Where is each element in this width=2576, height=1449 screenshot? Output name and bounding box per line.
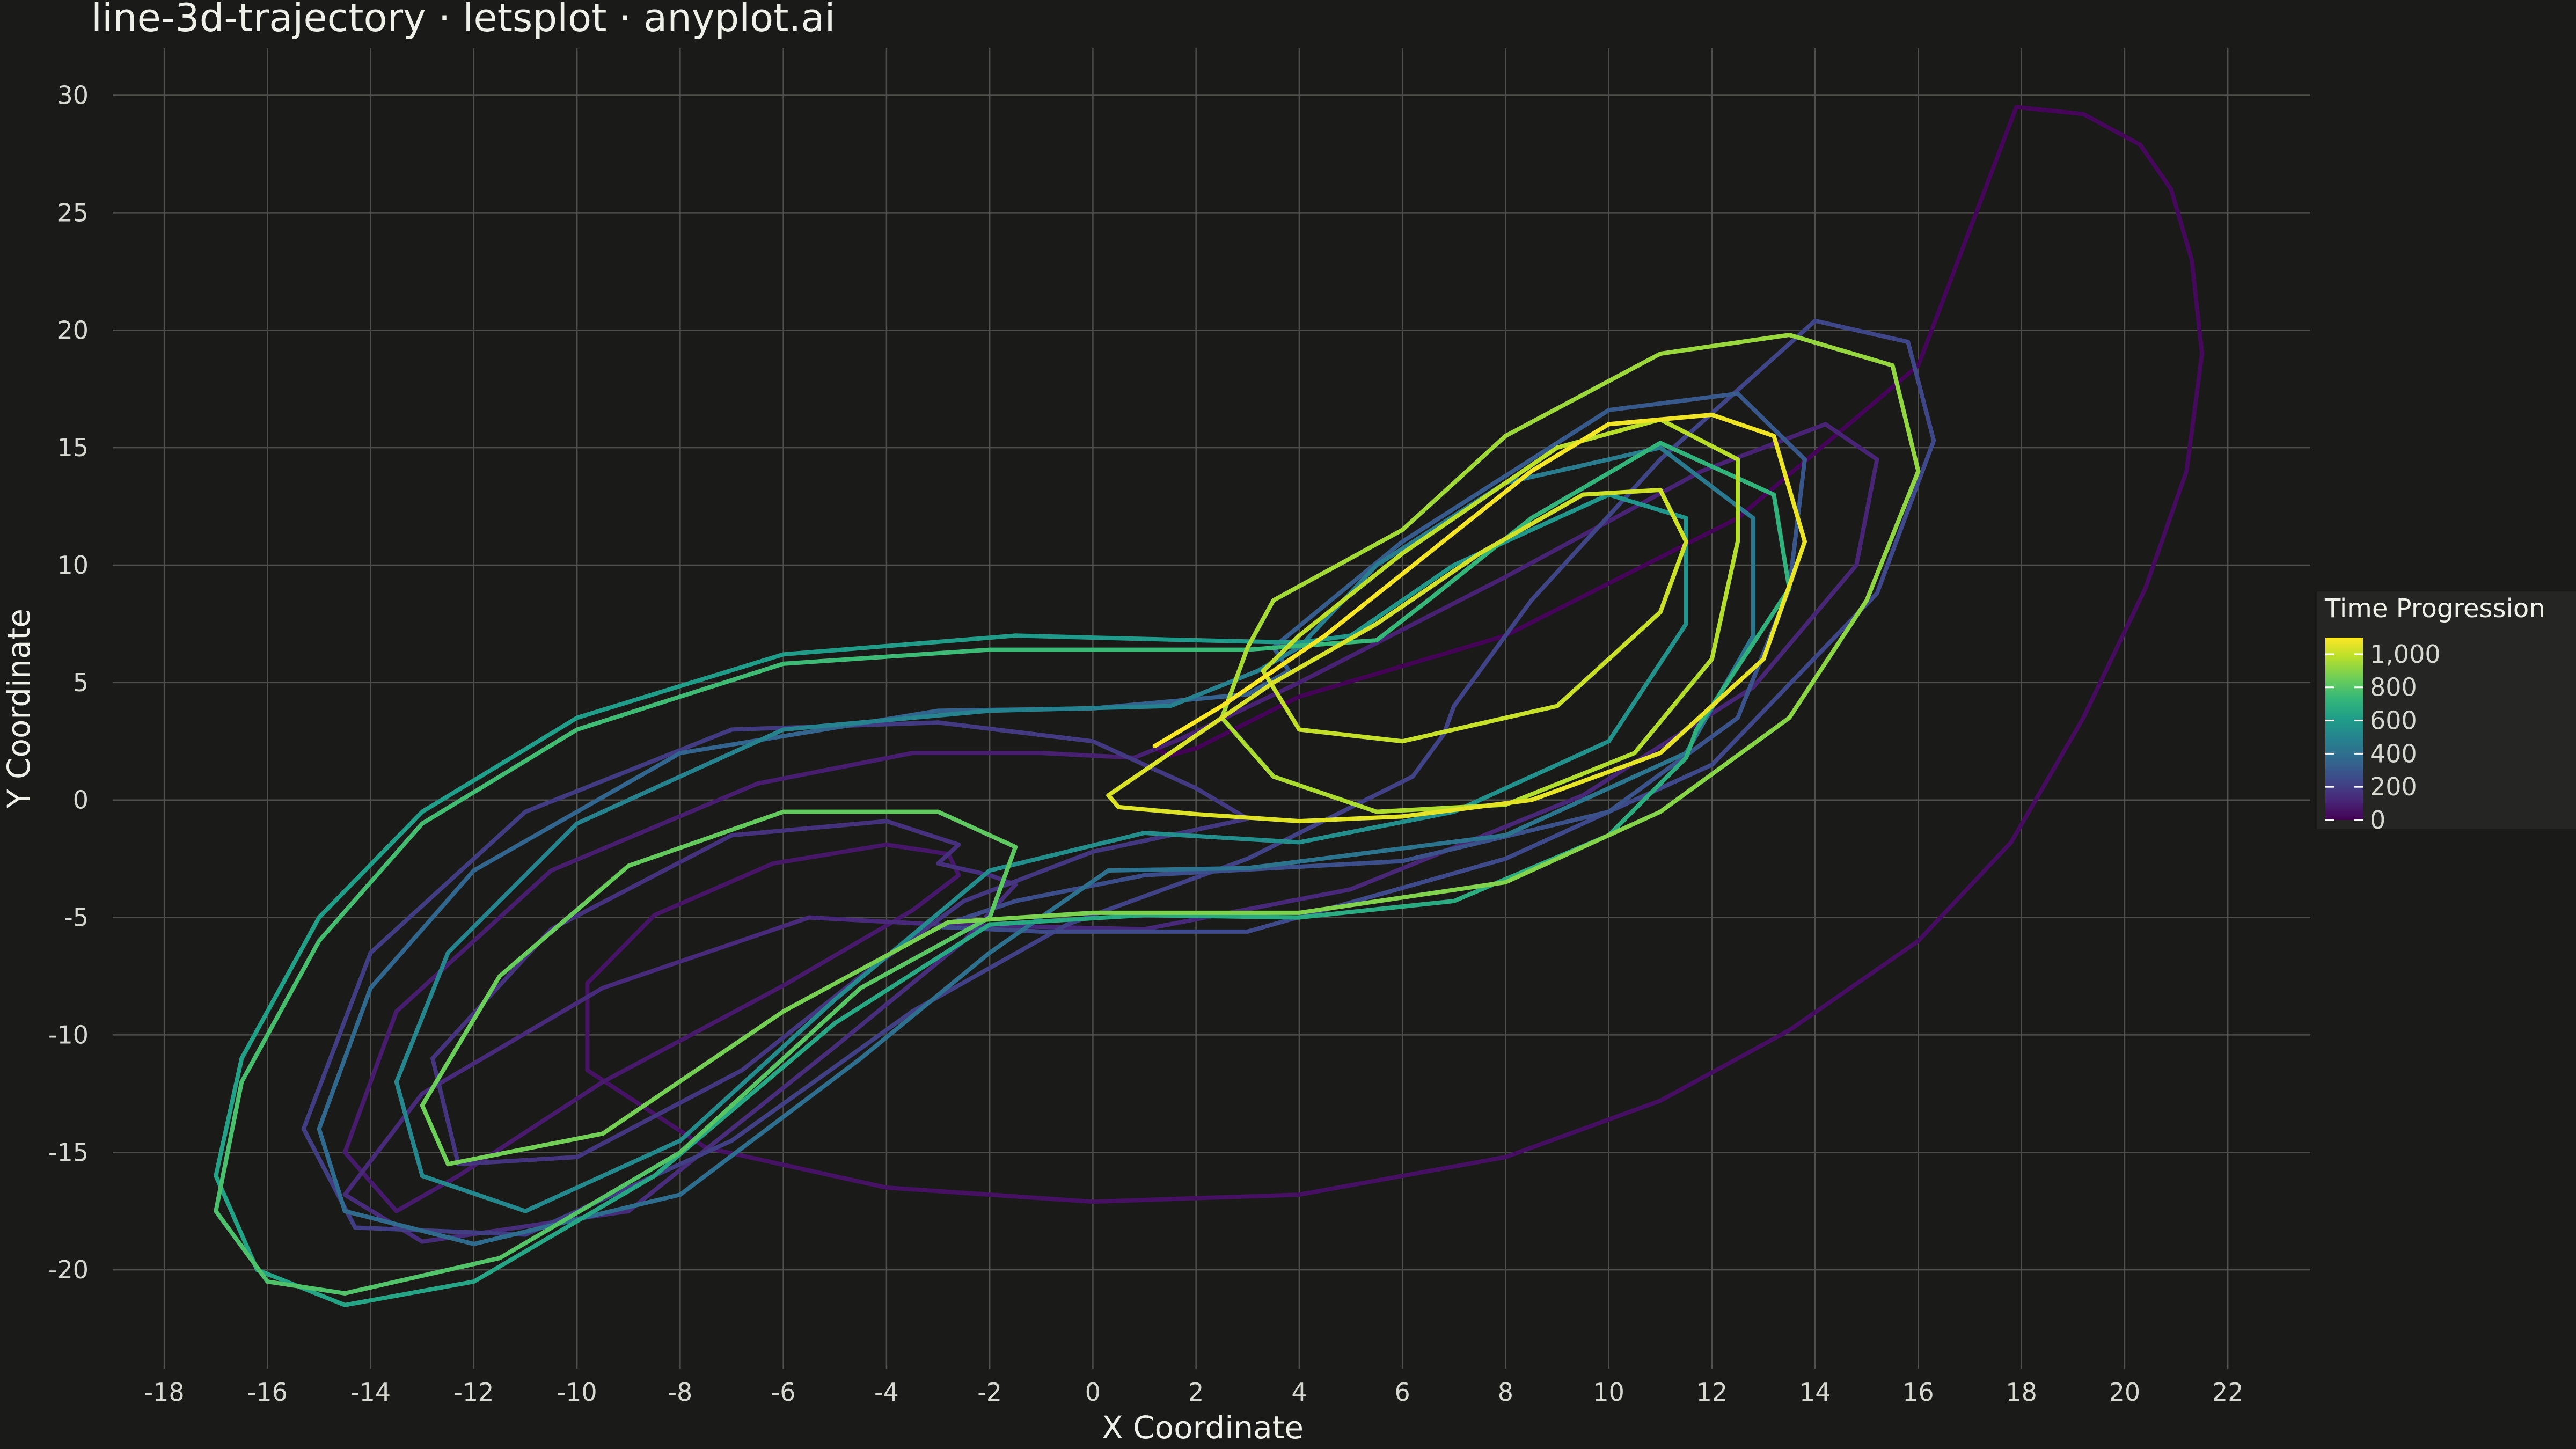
legend-colorbar — [2325, 638, 2363, 820]
y-tick-label: 10 — [57, 551, 89, 580]
y-tick-label: 15 — [57, 433, 89, 462]
y-tick-label: -15 — [48, 1138, 89, 1167]
x-tick-label: -12 — [453, 1378, 494, 1407]
legend-tick-label: 400 — [2370, 739, 2417, 768]
x-tick-label: 18 — [2006, 1378, 2037, 1407]
x-tick-label: -18 — [144, 1378, 185, 1407]
x-tick-label: 8 — [1498, 1378, 1513, 1407]
x-tick-label: 22 — [2212, 1378, 2244, 1407]
x-axis-ticks: -18 -16 -14 -12 -10 -8 -6 -4 -2 0 2 4 6 8 10 12 14 16 18 20… — [144, 1378, 2244, 1407]
y-tick-label: 0 — [73, 786, 89, 815]
x-tick-label: -4 — [874, 1378, 899, 1407]
legend-tick-label: 0 — [2370, 806, 2385, 835]
y-tick-label: 5 — [73, 668, 89, 697]
x-tick-label: -2 — [977, 1378, 1002, 1407]
trajectory-segment — [1106, 866, 1250, 873]
y-tick-label: 30 — [57, 81, 89, 110]
y-tick-label: 20 — [57, 316, 89, 345]
legend-tick-label: 800 — [2370, 673, 2417, 702]
legend-tick-label: 1,000 — [2370, 640, 2441, 669]
trajectory-segment — [1194, 638, 1301, 645]
y-axis-label: Y Coordinate — [1, 609, 37, 809]
lorenz-trajectory-chart: -18 -16 -14 -12 -10 -8 -6 -4 -2 0 2 4 6 8 10 12 14 16 18 20… — [0, 0, 2576, 1449]
legend-title: Time Progression — [2324, 594, 2545, 624]
chart-background — [0, 0, 2576, 1449]
chart-title: line-3d-trajectory · letsplot · anyplot.… — [91, 0, 835, 40]
x-tick-label: 0 — [1085, 1378, 1101, 1407]
x-tick-label: -8 — [668, 1378, 692, 1407]
x-tick-label: -16 — [247, 1378, 288, 1407]
x-tick-label: -6 — [771, 1378, 796, 1407]
x-tick-label: 12 — [1696, 1378, 1728, 1407]
y-tick-label: -5 — [64, 903, 89, 932]
y-tick-label: -20 — [48, 1255, 89, 1284]
color-legend: Time Progression 1,000 800 600 400 200 0 — [2317, 591, 2576, 835]
x-tick-label: 2 — [1188, 1378, 1204, 1407]
x-tick-label: 6 — [1395, 1378, 1410, 1407]
x-tick-label: -14 — [350, 1378, 391, 1407]
x-tick-label: 16 — [1902, 1378, 1934, 1407]
x-axis-label: X Coordinate — [1102, 1409, 1304, 1446]
y-tick-label: 25 — [57, 198, 89, 227]
trajectory-segment — [1142, 913, 1301, 920]
x-tick-label: 10 — [1593, 1378, 1624, 1407]
y-tick-label: -10 — [48, 1020, 89, 1049]
x-tick-label: -10 — [557, 1378, 597, 1407]
x-tick-label: 4 — [1291, 1378, 1307, 1407]
legend-tick-label: 600 — [2370, 706, 2417, 735]
x-tick-label: 14 — [1799, 1378, 1831, 1407]
legend-tick-label: 200 — [2370, 772, 2417, 801]
x-tick-label: 20 — [2109, 1378, 2141, 1407]
